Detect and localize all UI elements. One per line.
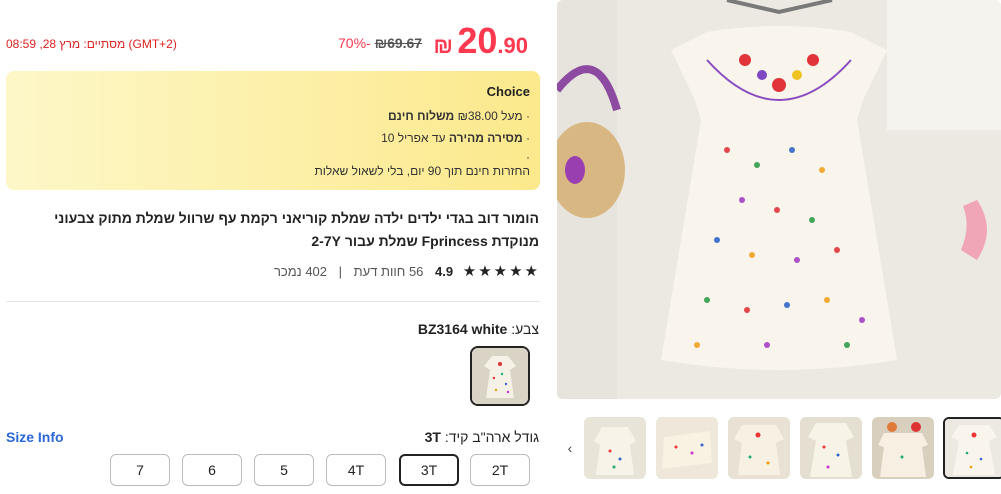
discount-badge: 70%-: [338, 35, 371, 51]
thumbnail-image-icon: [945, 419, 1001, 477]
currency-symbol: ₪: [433, 33, 453, 58]
sale-ends-text: מסתיים: מרץ 28, 08:59 (GMT+2): [6, 37, 177, 51]
rating-separator: |: [338, 264, 343, 279]
size-option-7[interactable]: 7: [110, 454, 170, 486]
thumbnail-image-icon: [656, 417, 718, 479]
size-option-5[interactable]: 5: [254, 454, 314, 486]
original-price-value: ₪69.67: [374, 35, 423, 51]
price-main: 20: [457, 20, 498, 61]
product-title: הומור דוב בגדי ילדים ילדה שמלת קוריאני ר…: [54, 210, 539, 249]
review-count[interactable]: 56 חוות דעת: [354, 264, 424, 279]
thumbnail-image-icon: [728, 417, 790, 479]
divider: [6, 301, 540, 302]
price-row: מסתיים: מרץ 28, 08:59 (GMT+2) 70%- ₪69.67…: [6, 14, 536, 62]
size-option-2t[interactable]: 2T: [470, 454, 530, 486]
star-rating-icon: ★★★★★: [462, 263, 540, 280]
thumbnail-3[interactable]: [728, 417, 790, 479]
color-swatch-white[interactable]: [470, 346, 530, 406]
dress-thumbnail-icon: [472, 348, 528, 404]
thumbnail-4[interactable]: [800, 417, 862, 479]
thumbnail-prev-button[interactable]: ‹: [563, 419, 577, 477]
choice-dot: ·: [526, 150, 530, 164]
rating-row[interactable]: ★★★★★ 4.9 56 חוות דעת | 402 נמכר: [240, 262, 540, 284]
size-value: 3T: [424, 429, 441, 445]
original-price: 70%- ₪69.67: [338, 35, 422, 51]
size-info-link[interactable]: Size Info: [6, 429, 64, 445]
choice-free-shipping: · מעל ₪38.00 משלוח חינם: [387, 109, 530, 123]
color-value: BZ3164 white: [417, 321, 508, 337]
size-option-6[interactable]: 6: [182, 454, 242, 486]
size-label: גודל ארה"ב קיד: 3T: [424, 429, 539, 445]
thumbnail-image-icon: [800, 417, 862, 479]
thumbnail-2[interactable]: [656, 417, 718, 479]
choice-free-returns: החזרות חינם תוך 90 יום, בלי לשאול שאלות: [314, 164, 530, 178]
choice-benefits-box[interactable]: Choice · מעל ₪38.00 משלוח חינם · מסירה מ…: [6, 71, 540, 190]
main-product-image[interactable]: [557, 0, 1001, 399]
size-option-3t[interactable]: 3T: [399, 454, 459, 486]
dress-image-icon: [557, 0, 1001, 399]
choice-title: Choice: [486, 84, 530, 99]
choice-fast-delivery: · מסירה מהירה עד אפריל 10: [381, 131, 530, 145]
current-price: ₪ 20.90: [429, 20, 528, 62]
chevron-left-icon: ‹: [567, 440, 573, 456]
thumbnail-5[interactable]: [872, 417, 934, 479]
thumbnail-image-icon: [584, 417, 646, 479]
thumbnail-image-icon: [872, 417, 934, 479]
price-decimals: .90: [497, 33, 528, 58]
thumbnail-6[interactable]: [943, 417, 1001, 479]
size-option-4t[interactable]: 4T: [326, 454, 386, 486]
sold-count: 402 נמכר: [273, 264, 328, 279]
thumbnail-1[interactable]: [584, 417, 646, 479]
rating-score: 4.9: [435, 264, 454, 279]
color-label: צבע: BZ3164 white: [417, 321, 539, 337]
